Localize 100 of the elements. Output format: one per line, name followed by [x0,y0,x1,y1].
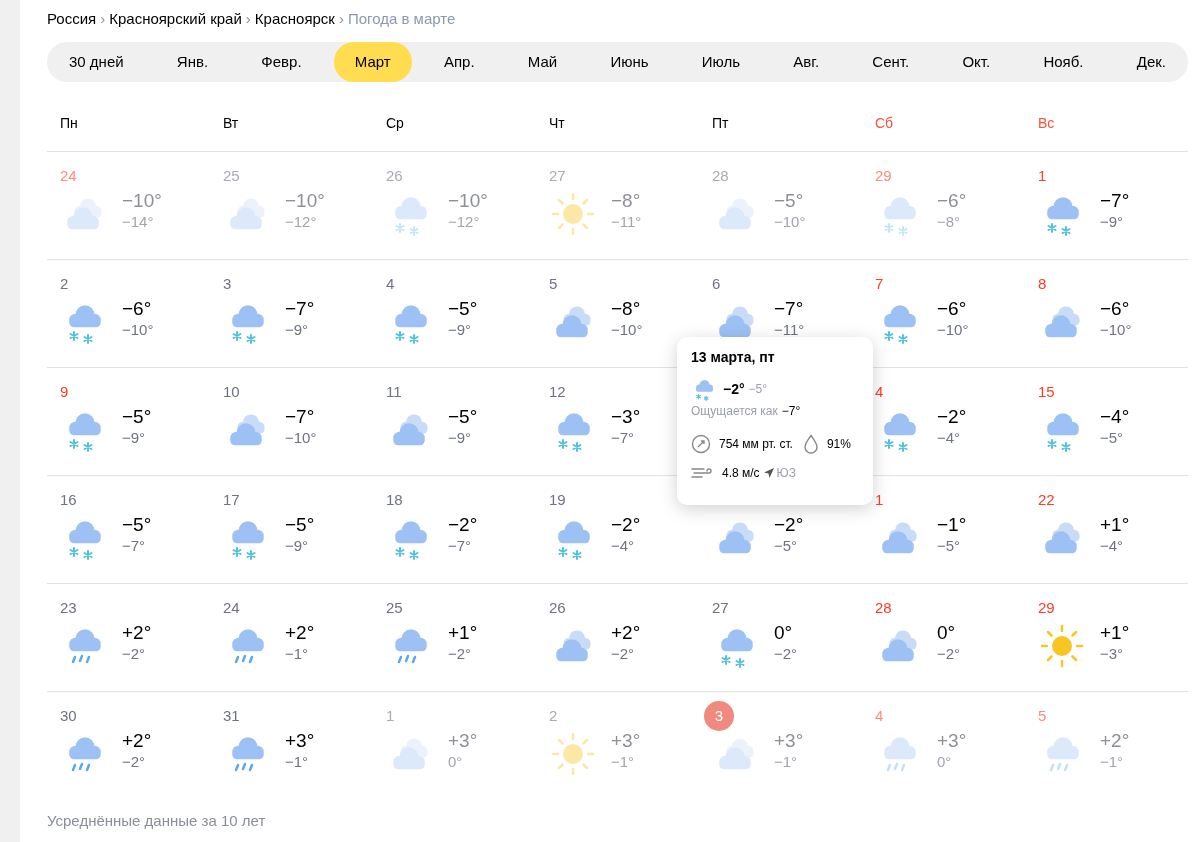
day-number: 8 [1038,273,1047,294]
low-temperature: −9° [448,428,473,448]
low-temperature: −1° [1100,752,1125,772]
today-marker: 3 [704,701,734,731]
breadcrumb-current: Погода в марте [347,8,456,29]
low-temperature: −5° [774,536,799,556]
low-temperature: −10° [122,320,154,340]
high-temperature: +1° [448,622,478,644]
high-temperature: 0° [937,622,957,644]
month-tab[interactable]: Май [506,42,579,82]
high-temperature: +2° [285,622,315,644]
low-temperature: −9° [285,536,310,556]
high-temperature: −5° [122,406,152,428]
low-temperature: −7° [448,536,473,556]
breadcrumb-link[interactable]: Красноярск [254,7,335,31]
month-tab[interactable]: Нояб. [1022,42,1105,82]
low-temperature: −14° [122,212,155,232]
sun-icon [549,730,597,778]
month-tab[interactable]: 30 дней [48,42,145,82]
low-temperature: −7° [611,428,636,448]
day-number: 7 [875,273,884,294]
low-temperature: −11° [611,212,642,232]
day-number: 28 [712,165,729,186]
day-number: 12 [549,381,566,402]
breadcrumb-separator: › [245,8,251,29]
day-number: 22 [1038,489,1055,510]
low-temperature: −7° [122,536,147,556]
day-number: 9 [60,381,69,402]
low-temperature: −1° [774,752,799,772]
high-temperature: −3° [611,406,641,428]
day-number: 25 [386,597,403,618]
low-temperature: −10° [937,320,969,340]
day-number: 15 [1038,381,1055,402]
sun-icon [1038,622,1086,670]
month-tab[interactable]: Февр. [240,42,323,82]
high-temperature: −5° [448,298,478,320]
high-temperature: +1° [1100,622,1130,644]
day-number: 4 [875,705,884,726]
month-tab[interactable]: Март [333,42,412,82]
high-temperature: +3° [937,730,967,752]
day-number: 5 [549,273,558,294]
day-number: 29 [1038,597,1055,618]
breadcrumb-link[interactable]: Россия [47,7,97,31]
day-number: 6 [712,273,721,294]
high-temperature: +3° [611,730,641,752]
day-number: 2 [60,273,69,294]
high-temperature: −10° [285,190,325,212]
day-number: 27 [712,597,729,618]
month-tab[interactable]: Окт. [941,42,1012,82]
high-temperature: −2° [611,514,641,536]
month-tab[interactable]: Июнь [589,42,670,82]
day-number: 1 [1038,165,1047,186]
pressure-gauge-icon [691,434,711,454]
month-tab[interactable]: Дек. [1115,42,1187,82]
month-tab[interactable]: Апр. [422,42,496,82]
day-number: 18 [386,489,403,510]
high-temperature: +2° [122,730,152,752]
high-temperature: +2° [1100,730,1130,752]
breadcrumb-link[interactable]: Красноярский край [109,7,242,31]
high-temperature: +3° [448,730,478,752]
weekday-header: Вс [1037,114,1056,133]
low-temperature: −1° [285,752,310,772]
low-temperature: −2° [774,644,798,664]
low-temperature: −4° [1100,536,1125,556]
month-tab[interactable]: Авг. [772,42,841,82]
month-tab[interactable]: Янв. [155,42,230,82]
month-tab[interactable]: Июль [680,42,762,82]
high-temperature: −7° [774,298,805,320]
day-number: 26 [549,597,566,618]
low-temperature: 0° [937,752,953,772]
high-temperature: −7° [1100,190,1130,212]
low-temperature: −11° [774,320,805,340]
high-temperature: −8° [611,190,642,212]
day-number: 3 [223,273,232,294]
low-temperature: −2° [611,644,636,664]
weekday-header: Сб [874,114,895,133]
high-temperature: +1° [1100,514,1130,536]
weekday-header: Вт [222,114,240,133]
feels-like-value: −7° [781,403,801,420]
day-number: 28 [875,597,892,618]
high-temperature: −4° [1100,406,1130,428]
high-temperature: +3° [285,730,315,752]
sun-icon [549,190,597,238]
weekday-header: Чт [548,114,566,133]
high-temperature: −5° [774,190,805,212]
day-number: 31 [223,705,240,726]
high-temperature: −6° [937,190,967,212]
day-number: 4 [875,381,884,402]
month-tab[interactable]: Сент. [851,42,931,82]
day-number: 11 [386,381,402,402]
low-temperature: −9° [448,320,473,340]
day-number: 29 [875,165,892,186]
high-temperature: −5° [122,514,152,536]
day-number: 25 [223,165,240,186]
wind-icon [691,465,713,481]
day-number: 1 [875,489,884,510]
high-temperature: −2° [937,406,967,428]
high-temperature: +2° [611,622,641,644]
high-temperature: −10° [448,190,488,212]
low-temperature: −10° [285,428,317,448]
